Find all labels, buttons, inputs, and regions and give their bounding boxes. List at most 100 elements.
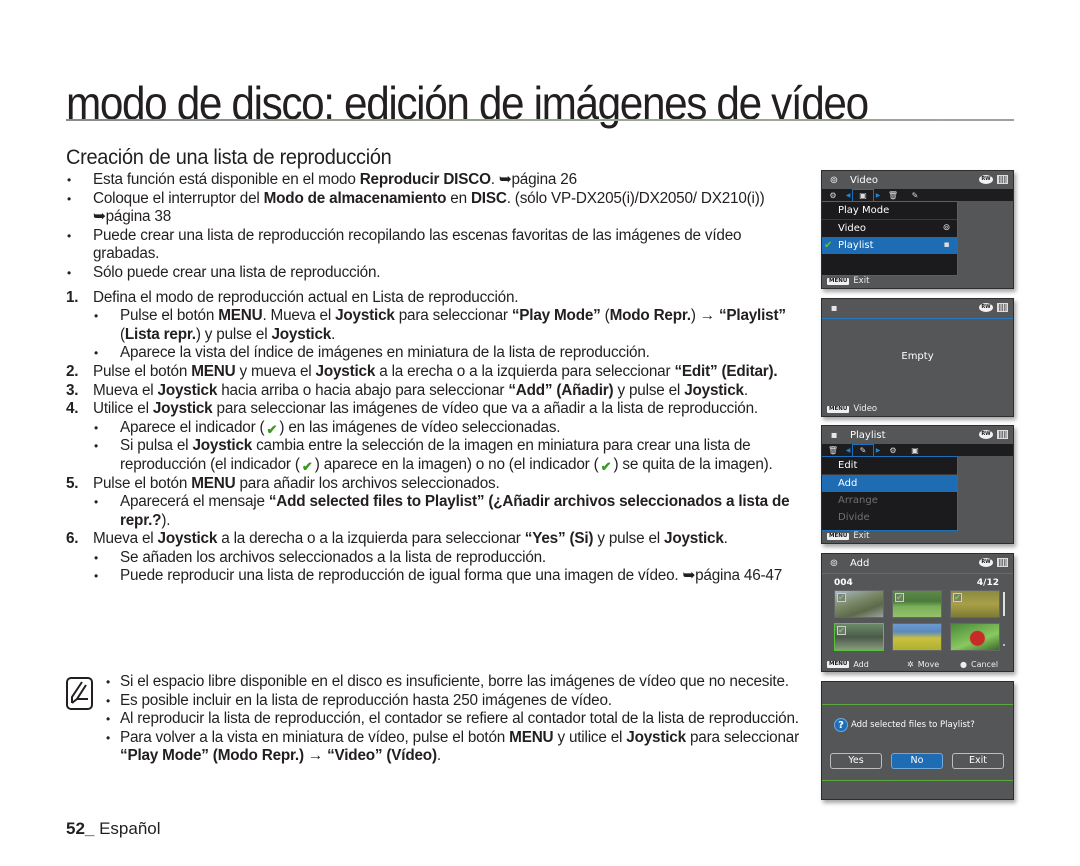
header-divider: [822, 318, 1013, 319]
text-run: . Mueva el: [262, 307, 336, 325]
step-number: 1.: [66, 288, 79, 306]
yes-button[interactable]: Yes: [830, 753, 882, 769]
edit-menu: Edit Add Arrange Divide: [822, 456, 958, 531]
step-sub-bullet: Pulse el botón MENU. Mueva el Joystick p…: [66, 307, 808, 344]
text-run: .: [331, 325, 336, 343]
step-sub-bullet: Aparece la vista del índice de imágenes …: [66, 344, 808, 363]
screen-header: ⊚ Add RW: [822, 554, 1013, 572]
text-run: Aparecerá el mensaje: [120, 493, 269, 511]
text-run: Coloque el interruptor del: [93, 189, 264, 207]
text-run: Puede crear una lista de reproducción re…: [93, 226, 742, 263]
menu-key-icon: MENU: [827, 661, 850, 668]
settings-tab-icon[interactable]: ⚙: [822, 191, 844, 200]
intro-bullet: Coloque el interruptor del Modo de almac…: [66, 190, 808, 227]
text-run: Si pulsa el: [120, 437, 193, 455]
check-icon: ✔: [824, 240, 833, 251]
screen-edit-menu: ▪ Playlist RW 🗑 ◀ ✎ ▶ ⚙ ▣ Edit Add Arran…: [821, 425, 1014, 544]
page-counter: 4/12: [976, 578, 999, 588]
thumbnail-ladybug[interactable]: [950, 623, 1000, 651]
thumbnail-golfer[interactable]: ✔: [950, 590, 1000, 618]
scrollbar-end: [1003, 644, 1005, 646]
bold-text: Joystick: [684, 381, 744, 399]
screen-title: Video: [850, 174, 879, 186]
footer-move[interactable]: ✲ Move: [907, 660, 939, 669]
bold-text: Joystick: [626, 728, 686, 746]
disc-rw-icon: RW: [979, 175, 993, 184]
note-block: Si el espacio libre disponible en el dis…: [66, 673, 808, 766]
screen-header: ⊚ Video RW: [822, 171, 1013, 189]
intro-bullet-list: Esta función está disponible en el modo …: [66, 171, 808, 283]
footer-cancel[interactable]: ● Cancel: [960, 660, 998, 669]
bold-text: Joystick: [152, 400, 213, 418]
page-number: 52_: [66, 819, 95, 838]
menu-item-video[interactable]: Video ⊚: [822, 220, 957, 237]
note-item: Es posible incluir en la lista de reprod…: [66, 692, 808, 711]
bold-text: “Add” (Añadir): [508, 381, 614, 399]
bold-text: Joystick: [192, 437, 253, 455]
screen-footer: MENU Exit: [822, 274, 1013, 288]
screen-add-thumbnails: ⊚ Add RW 004 4/12 ✔ ✔ ✔ ✔ MENU Add ✲ Move ●…: [821, 553, 1014, 672]
step-sub-bullet: Puede reproducir una lista de reproducci…: [66, 567, 808, 586]
footer-exit[interactable]: Exit: [853, 531, 869, 541]
bold-text: “Play Mode” (Modo Repr.): [120, 747, 304, 765]
edit-tab-icon[interactable]: ✎: [904, 191, 926, 200]
bold-text: Joystick: [315, 362, 376, 380]
text-run: Esta función está disponible en el modo: [93, 171, 360, 188]
text-run: en: [446, 189, 471, 207]
exit-button[interactable]: Exit: [952, 753, 1004, 769]
bold-text: MENU: [218, 307, 263, 325]
thumbnail-grid: ✔ ✔ ✔ ✔: [834, 590, 1000, 651]
thumbnail-yellow-flowers[interactable]: [892, 623, 942, 651]
text-run: .: [743, 381, 748, 399]
menu-item-divide[interactable]: Divide: [822, 509, 957, 526]
text-run: Para volver a la vista en miniatura de v…: [120, 728, 510, 746]
play-mode-tab-icon[interactable]: ▣: [904, 446, 926, 455]
bold-text: MENU: [191, 362, 236, 380]
menu-item-playlist[interactable]: ✔ Playlist ▪: [822, 237, 957, 254]
footer-exit[interactable]: Exit: [853, 276, 869, 286]
text-run: ).: [161, 511, 171, 529]
step-item: 2. Pulse el botón MENU y mueva el Joystic…: [66, 363, 808, 382]
menu-item-add[interactable]: Add: [822, 475, 957, 492]
battery-icon: [997, 558, 1008, 567]
bold-text: Lista repr.: [124, 325, 196, 343]
step-number: 5.: [66, 474, 79, 492]
thumbnail-green-field[interactable]: ✔: [892, 590, 942, 618]
no-button[interactable]: No: [891, 753, 943, 769]
text-run: →: [303, 747, 328, 765]
bold-text: “Edit” (Editar).: [674, 362, 778, 380]
text-run: ) en las imágenes de vídeo seleccionadas…: [279, 418, 561, 436]
selected-check-icon: ✔: [953, 593, 962, 602]
text-run: y pulse el: [613, 381, 685, 399]
text-run: y mueva el: [235, 362, 316, 380]
arrow-right-icon: ▶: [875, 446, 881, 454]
delete-tab-icon[interactable]: 🗑: [822, 446, 844, 455]
delete-tab-icon[interactable]: 🗑: [882, 191, 904, 200]
menu-item-arrange[interactable]: Arrange: [822, 492, 957, 509]
footer-video[interactable]: Video: [853, 404, 877, 414]
thumbnail-rocky-cliff[interactable]: ✔: [834, 590, 884, 618]
selected-check-icon: ✔: [837, 593, 846, 602]
settings-tab-icon[interactable]: ⚙: [882, 446, 904, 455]
arrow-left-icon: ◀: [845, 446, 851, 454]
text-run: ) →: [690, 307, 719, 325]
step-number: 2.: [66, 362, 79, 380]
text-run: para seleccionar: [685, 728, 799, 746]
bold-text: Joystick: [157, 530, 218, 548]
menu-tab-bar: ⚙ ◀ ▣ ▶ 🗑 ✎: [822, 189, 1013, 202]
step-number: 3.: [66, 381, 79, 399]
text-run: Pulse el botón: [120, 307, 219, 325]
step-sub-bullet: Aparece el indicador (✔) en las imágenes…: [66, 419, 808, 438]
text-run: para seleccionar las imágenes de vídeo q…: [212, 400, 759, 418]
playlist-icon: ▪: [830, 429, 838, 441]
menu-tab-bar: 🗑 ◀ ✎ ▶ ⚙ ▣: [822, 444, 1013, 457]
screen-title: Playlist: [850, 429, 886, 441]
question-icon: ?: [834, 718, 848, 732]
scrollbar[interactable]: [1003, 592, 1005, 616]
menu-key-icon: MENU: [827, 532, 850, 540]
selected-check-icon: ✔: [837, 626, 846, 635]
footer-add[interactable]: MENU Add: [827, 660, 869, 669]
bold-text: DISC: [470, 189, 507, 207]
text-run: Pulse el botón: [93, 474, 192, 492]
thumbnail-hikers[interactable]: ✔: [834, 623, 884, 651]
